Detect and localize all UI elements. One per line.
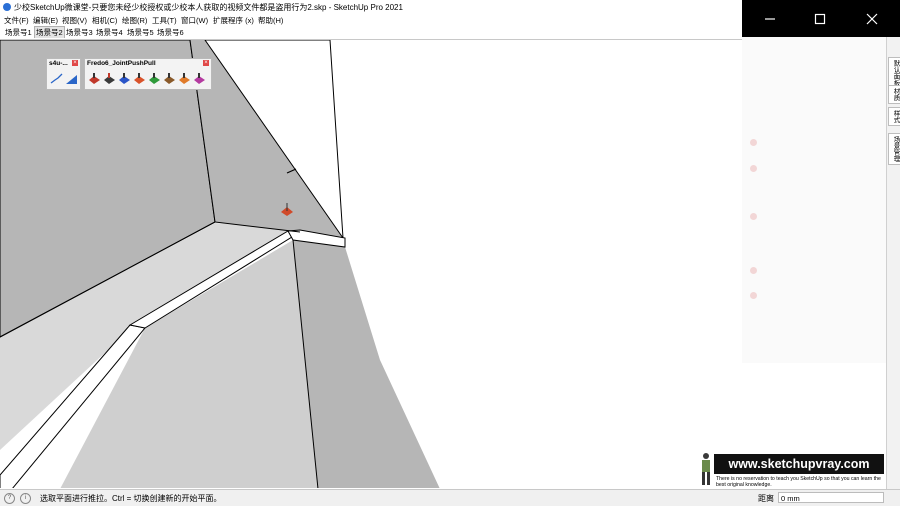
status-message: 选取平面进行推拉。Ctrl = 切换创建新的开始平面。 xyxy=(40,494,222,503)
toolbar-title: s4u-... xyxy=(49,60,68,67)
info-icon[interactable]: i xyxy=(20,493,31,504)
tab-scene-6[interactable]: 场景号6 xyxy=(156,27,185,38)
menu-tools[interactable]: 工具(T) xyxy=(152,15,177,26)
tab-scene-5[interactable]: 场景号5 xyxy=(126,27,155,38)
undo-push-pull-icon[interactable] xyxy=(163,72,176,85)
scene-tabs: 场景号1 场景号2 场景号3 场景号4 场景号5 场景号6 xyxy=(0,26,742,40)
sketchup-app-icon xyxy=(3,3,11,11)
menu-window[interactable]: 窗口(W) xyxy=(181,15,208,26)
menu-camera[interactable]: 相机(C) xyxy=(92,15,117,26)
tab-scene-1[interactable]: 场景号1 xyxy=(4,27,33,38)
toolbar-header[interactable]: Fredo6_JointPushPull × xyxy=(85,59,211,69)
follow-push-pull-icon[interactable] xyxy=(148,72,161,85)
status-bar: ? i 选取平面进行推拉。Ctrl = 切换创建新的开始平面。 距离 0 mm xyxy=(0,489,900,506)
side-tab-materials[interactable]: 材质 xyxy=(888,85,900,104)
joint-push-pull-icon[interactable] xyxy=(88,72,101,85)
toolbar-title: Fredo6_JointPushPull xyxy=(87,60,156,67)
tray-bullet xyxy=(750,213,757,220)
window-controls xyxy=(742,0,900,37)
redo-push-pull-icon[interactable] xyxy=(178,72,191,85)
measurement-label: 距离 xyxy=(758,494,774,503)
normal-push-pull-icon[interactable] xyxy=(118,72,131,85)
geolocation-icon[interactable]: ? xyxy=(4,493,15,504)
tray-bullet xyxy=(750,165,757,172)
minimize-button[interactable] xyxy=(744,0,796,37)
menu-file[interactable]: 文件(F) xyxy=(4,15,29,26)
side-tab-styles[interactable]: 样式 xyxy=(888,107,900,126)
tray-side-tabs: 默认面板 材质 样式 场景管理 xyxy=(886,37,900,489)
s4u-toolbar: s4u-... × xyxy=(46,58,81,90)
vector-push-pull-icon[interactable] xyxy=(103,72,116,85)
default-tray-panel xyxy=(742,37,886,363)
close-button[interactable] xyxy=(846,0,898,37)
tab-scene-2[interactable]: 场景号2 xyxy=(34,26,65,38)
tab-scene-3[interactable]: 场景号3 xyxy=(65,27,94,38)
measurement-input[interactable]: 0 mm xyxy=(778,492,884,503)
toolbar-header[interactable]: s4u-... × xyxy=(47,59,80,69)
presenter-figure-icon xyxy=(702,453,710,485)
tray-bullet xyxy=(750,292,757,299)
tray-bullet xyxy=(750,267,757,274)
menu-extensions[interactable]: 扩展程序 (x) xyxy=(213,15,254,26)
side-tab-scenes[interactable]: 场景管理 xyxy=(888,133,900,165)
watermark-tagline: There is no reservation to teach you Ske… xyxy=(716,476,881,488)
extrude-push-pull-icon[interactable] xyxy=(133,72,146,85)
menu-help[interactable]: 帮助(H) xyxy=(258,15,283,26)
menu-draw[interactable]: 绘图(R) xyxy=(122,15,147,26)
title-bar: 少校SketchUp微课堂-只要您未经少校授权或少校本人获取的视频文件都是盗用行… xyxy=(0,0,742,14)
watermark: www.sketchupvray.com There is no reserva… xyxy=(698,450,886,488)
fredo-jointpushpull-toolbar: Fredo6_JointPushPull × xyxy=(84,58,212,90)
menu-view[interactable]: 视图(V) xyxy=(62,15,87,26)
menu-edit[interactable]: 编辑(E) xyxy=(33,15,58,26)
tray-bullet xyxy=(750,139,757,146)
minimize-icon xyxy=(765,17,775,20)
s4u-slope-tool-icon[interactable] xyxy=(65,72,78,85)
menu-bar: 文件(F) 编辑(E) 视图(V) 相机(C) 绘图(R) 工具(T) 窗口(W… xyxy=(0,14,742,26)
maximize-button[interactable] xyxy=(794,0,846,37)
watermark-logo: www.sketchupvray.com xyxy=(714,454,884,474)
close-icon xyxy=(866,13,878,24)
lower-wall-face xyxy=(293,240,440,488)
tab-scene-4[interactable]: 场景号4 xyxy=(95,27,124,38)
toolbar-close-icon[interactable]: × xyxy=(72,60,78,66)
maximize-icon xyxy=(814,13,826,24)
options-push-pull-icon[interactable] xyxy=(193,72,206,85)
window-title: 少校SketchUp微课堂-只要您未经少校授权或少校本人获取的视频文件都是盗用行… xyxy=(14,3,403,12)
toolbar-close-icon[interactable]: × xyxy=(203,60,209,66)
s4u-curve-tool-icon[interactable] xyxy=(50,72,63,85)
